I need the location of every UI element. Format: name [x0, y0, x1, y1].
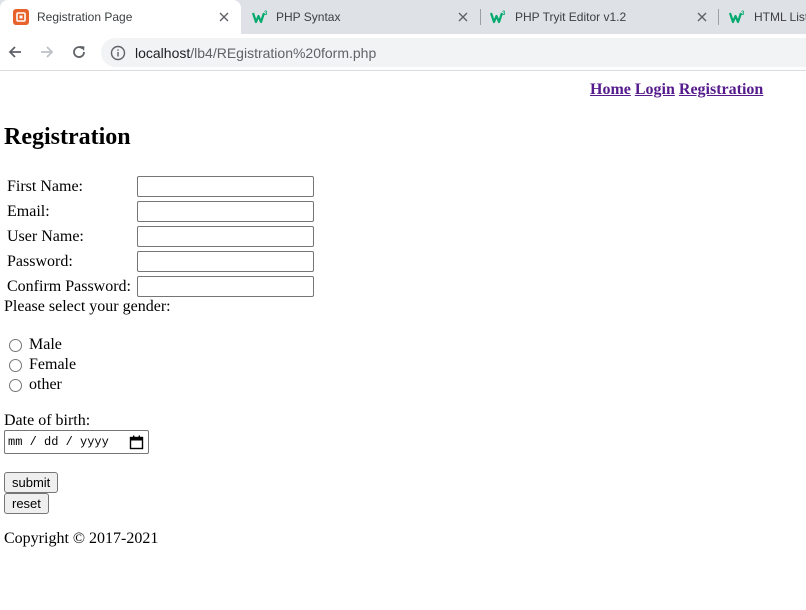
first-name-label: First Name: [7, 177, 83, 195]
copyright-footer: Copyright © 2017-2021 [4, 530, 159, 547]
radio-male[interactable] [9, 338, 22, 352]
password-label: Password: [7, 252, 73, 270]
email-input[interactable] [137, 201, 314, 222]
submit-button[interactable]: submit [4, 472, 59, 493]
site-info-icon[interactable] [110, 45, 126, 61]
password-input[interactable] [137, 251, 314, 272]
tab-html-lists[interactable]: 3 HTML Lists [719, 0, 806, 34]
calendar-icon[interactable] [129, 435, 144, 450]
url-host: localhost [135, 45, 191, 61]
page-title: Registration [4, 124, 131, 150]
tab-title: PHP Syntax [276, 10, 341, 24]
radio-label-female: Female [29, 356, 77, 373]
url-text: localhost/lb4/REgistration%20form.php [135, 45, 376, 61]
w3schools-icon: 3 [252, 9, 268, 25]
user-name-input[interactable] [137, 226, 314, 247]
confirm-password-input[interactable] [137, 276, 314, 297]
reset-button[interactable]: reset [4, 493, 49, 514]
form-row-confirm-password: Confirm Password: [6, 275, 315, 298]
radio-female[interactable] [9, 358, 22, 372]
browser-toolbar: localhost/lb4/REgistration%20form.php [0, 34, 806, 71]
confirm-password-label: Confirm Password: [7, 277, 131, 295]
close-tab-icon[interactable] [695, 10, 709, 24]
svg-text:3: 3 [264, 11, 268, 17]
gender-prompt: Please select your gender: [4, 298, 171, 315]
close-tab-icon[interactable] [456, 10, 470, 24]
reload-icon[interactable] [69, 42, 89, 62]
user-name-label: User Name: [7, 227, 84, 245]
radio-label-other: other [29, 376, 62, 393]
nav-link-registration[interactable]: Registration [679, 81, 763, 98]
tab-title: PHP Tryit Editor v1.2 [515, 10, 627, 24]
tab-registration-page[interactable]: Registration Page [0, 0, 241, 34]
page-favicon-icon [13, 9, 29, 25]
registration-form: First Name: Email: User Name: Password: … [4, 173, 317, 300]
w3schools-icon: 3 [490, 9, 506, 25]
email-label: Email: [7, 202, 50, 220]
dob-date-input[interactable]: mm / dd / yyyy [4, 430, 149, 454]
url-path: /lb4/REgistration%20form.php [190, 45, 377, 61]
top-nav: Home Login Registration [590, 81, 763, 99]
tab-title: HTML Lists [754, 10, 806, 24]
radio-other[interactable] [9, 378, 22, 392]
back-arrow-icon[interactable] [5, 42, 25, 62]
first-name-input[interactable] [137, 176, 314, 197]
dob-label: Date of birth: [4, 412, 91, 429]
address-bar[interactable]: localhost/lb4/REgistration%20form.php [101, 38, 806, 67]
tab-php-syntax[interactable]: 3 PHP Syntax [241, 0, 480, 34]
form-row-email: Email: [6, 200, 315, 223]
form-row-first-name: First Name: [6, 175, 315, 198]
forward-arrow-icon[interactable] [37, 42, 57, 62]
gender-option-male[interactable]: Male [9, 336, 62, 354]
nav-link-login[interactable]: Login [635, 81, 675, 98]
dob-placeholder: mm / dd / yyyy [8, 435, 109, 449]
svg-text:3: 3 [502, 11, 506, 17]
radio-label-male: Male [29, 336, 62, 353]
page-content: Home Login Registration Registration Fir… [0, 71, 806, 610]
close-tab-icon[interactable] [217, 10, 231, 24]
nav-link-home[interactable]: Home [590, 81, 631, 98]
form-row-user-name: User Name: [6, 225, 315, 248]
svg-text:3: 3 [741, 11, 745, 17]
gender-option-other[interactable]: other [9, 376, 62, 394]
tab-title: Registration Page [37, 10, 133, 24]
tab-php-tryit-editor[interactable]: 3 PHP Tryit Editor v1.2 [481, 0, 718, 34]
form-row-password: Password: [6, 250, 315, 273]
gender-option-female[interactable]: Female [9, 356, 76, 374]
browser-tab-bar: Registration Page 3 PHP Syntax 3 PHP Try… [0, 0, 806, 34]
w3schools-icon: 3 [729, 9, 745, 25]
